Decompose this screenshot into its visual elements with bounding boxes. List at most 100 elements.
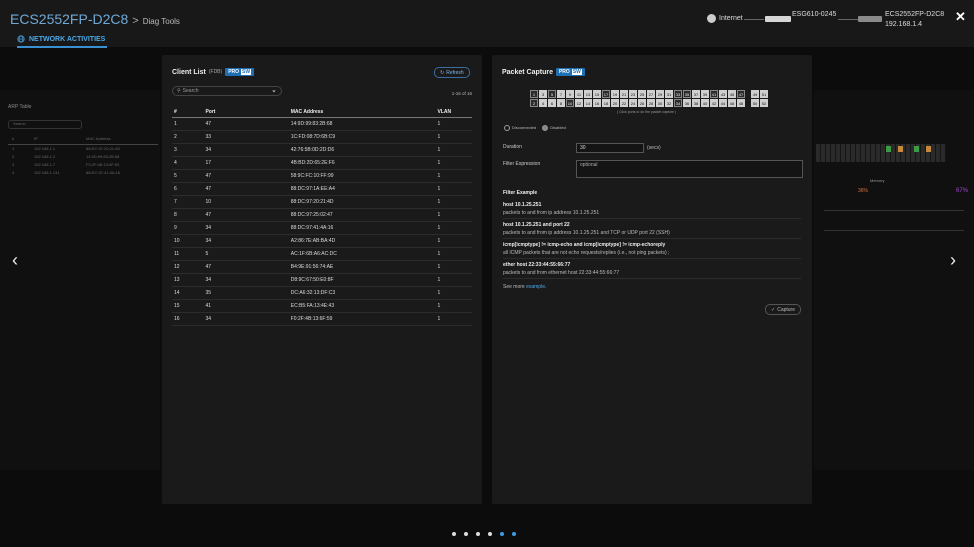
port-33[interactable]: 33 [674, 90, 682, 98]
duration-input[interactable]: 30 [576, 143, 644, 153]
port-7[interactable]: 7 [557, 90, 565, 98]
table-row[interactable]: 16 34 F0:2F:4B:13:6F:59 1 [172, 312, 472, 326]
port-31[interactable]: 31 [665, 90, 673, 98]
port-1[interactable]: 1 [530, 90, 538, 98]
pager-dot[interactable] [476, 532, 480, 536]
table-cell: A2:86:7E:AB:BA:4D [289, 234, 437, 248]
port-24[interactable]: 24 [629, 99, 637, 107]
port-49[interactable]: 49 [751, 90, 759, 98]
port-37[interactable]: 37 [692, 90, 700, 98]
switch-device-icon[interactable] [858, 16, 882, 22]
filter-icon[interactable]: ⏷ [272, 89, 276, 95]
close-icon[interactable]: ✕ [955, 9, 966, 25]
table-row[interactable]: 3 34 42:76:5B:0D:2D:D6 1 [172, 143, 472, 157]
port-22[interactable]: 22 [620, 99, 628, 107]
port-18[interactable]: 18 [602, 99, 610, 107]
table-row[interactable]: 4 17 4B:BD:2D:65:2E:F6 1 [172, 156, 472, 170]
table-cell: 14:9D:99:83:2B:68 [289, 117, 437, 131]
port-5[interactable]: 5 [548, 90, 556, 98]
device-title-link[interactable]: ECS2552FP-D2C8 [10, 11, 128, 27]
port-14[interactable]: 14 [584, 99, 592, 107]
port-13[interactable]: 13 [584, 90, 592, 98]
port-17[interactable]: 17 [602, 90, 610, 98]
next-arrow-icon[interactable]: › [950, 250, 956, 271]
example-link[interactable]: example [526, 284, 545, 290]
table-cell: 1 [436, 312, 472, 326]
divider [503, 258, 801, 259]
port-15[interactable]: 15 [593, 90, 601, 98]
gateway-device-icon[interactable] [765, 16, 791, 22]
pager-dot[interactable] [512, 532, 516, 536]
table-cell: 58:9C:FC:10:FF:99 [289, 169, 437, 183]
port-41[interactable]: 41 [710, 90, 718, 98]
table-row[interactable]: 13 34 D8:9C:67:50:E0:8F 1 [172, 273, 472, 287]
column-header[interactable]: VLAN [436, 106, 472, 118]
port-34[interactable]: 34 [674, 99, 682, 107]
port-2[interactable]: 2 [530, 99, 538, 107]
tab-network-activities[interactable]: NETWORK ACTIVITIES [17, 32, 108, 48]
previous-arrow-icon[interactable]: ‹ [12, 250, 18, 271]
port-48[interactable]: 48 [737, 99, 745, 107]
column-header[interactable]: Port [204, 106, 290, 118]
port-10[interactable]: 10 [566, 99, 574, 107]
port-26[interactable]: 26 [638, 99, 646, 107]
table-row[interactable]: 1 47 14:9D:99:83:2B:68 1 [172, 117, 472, 131]
table-row[interactable]: 7 10 88:DC:97:20:21:4D 1 [172, 195, 472, 209]
port-30[interactable]: 30 [656, 99, 664, 107]
table-cell: 15 [172, 299, 205, 313]
table-row[interactable]: 11 5 AC:1F:6B:A6:AC:DC 1 [172, 247, 472, 261]
port-21[interactable]: 21 [620, 90, 628, 98]
table-row[interactable]: 9 34 88:DC:97:41:4A:16 1 [172, 221, 472, 235]
capture-button[interactable]: ✓ Capture [765, 304, 801, 315]
port-43[interactable]: 43 [719, 90, 727, 98]
port-46[interactable]: 46 [728, 99, 736, 107]
port-11[interactable]: 11 [575, 90, 583, 98]
table-row[interactable]: 14 35 DC:A6:32:13:DF:C3 1 [172, 286, 472, 300]
port-32[interactable]: 32 [665, 99, 673, 107]
table-row[interactable]: 6 47 88:DC:97:1A:EE:A4 1 [172, 182, 472, 196]
table-row[interactable]: 15 41 EC:B5:FA:13:4E:43 1 [172, 299, 472, 313]
port-19[interactable]: 19 [611, 90, 619, 98]
table-row[interactable]: 8 47 88:DC:97:25:02:47 1 [172, 208, 472, 222]
port-4[interactable]: 4 [539, 99, 547, 107]
port-28[interactable]: 28 [647, 99, 655, 107]
column-header[interactable]: MAC Address [289, 106, 437, 118]
port-42[interactable]: 42 [710, 99, 718, 107]
ghost-port-active [926, 146, 931, 152]
port-3[interactable]: 3 [539, 90, 547, 98]
table-row[interactable]: 12 47 B4:9E:91:56:74:AE 1 [172, 260, 472, 274]
port-40[interactable]: 40 [701, 99, 709, 107]
port-51[interactable]: 51 [760, 90, 768, 98]
pager-dot[interactable] [452, 532, 456, 536]
table-cell: 47 [204, 182, 290, 196]
port-39[interactable]: 39 [701, 90, 709, 98]
port-25[interactable]: 25 [638, 90, 646, 98]
filter-expression-input[interactable]: optional [576, 160, 803, 178]
port-52[interactable]: 52 [760, 99, 768, 107]
port-20[interactable]: 20 [611, 99, 619, 107]
column-header[interactable]: # [172, 106, 205, 118]
table-row[interactable]: 10 34 A2:86:7E:AB:BA:4D 1 [172, 234, 472, 248]
port-9[interactable]: 9 [566, 90, 574, 98]
port-16[interactable]: 16 [593, 99, 601, 107]
port-45[interactable]: 45 [728, 90, 736, 98]
port-44[interactable]: 44 [719, 99, 727, 107]
port-12[interactable]: 12 [575, 99, 583, 107]
port-23[interactable]: 23 [629, 90, 637, 98]
port-8[interactable]: 8 [557, 99, 565, 107]
pager-dot[interactable] [488, 532, 492, 536]
port-47[interactable]: 47 [737, 90, 745, 98]
table-row[interactable]: 2 33 1C:FD:08:7D:6B:C9 1 [172, 130, 472, 144]
refresh-button[interactable]: ↻ Refresh [434, 67, 470, 78]
port-35[interactable]: 35 [683, 90, 691, 98]
pager-dot[interactable] [500, 532, 504, 536]
search-input[interactable]: ⚲ Search [172, 86, 282, 96]
port-6[interactable]: 6 [548, 99, 556, 107]
port-38[interactable]: 38 [692, 99, 700, 107]
port-50[interactable]: 50 [751, 99, 759, 107]
table-row[interactable]: 5 47 58:9C:FC:10:FF:99 1 [172, 169, 472, 183]
pager-dot[interactable] [464, 532, 468, 536]
port-27[interactable]: 27 [647, 90, 655, 98]
port-36[interactable]: 36 [683, 99, 691, 107]
port-29[interactable]: 29 [656, 90, 664, 98]
